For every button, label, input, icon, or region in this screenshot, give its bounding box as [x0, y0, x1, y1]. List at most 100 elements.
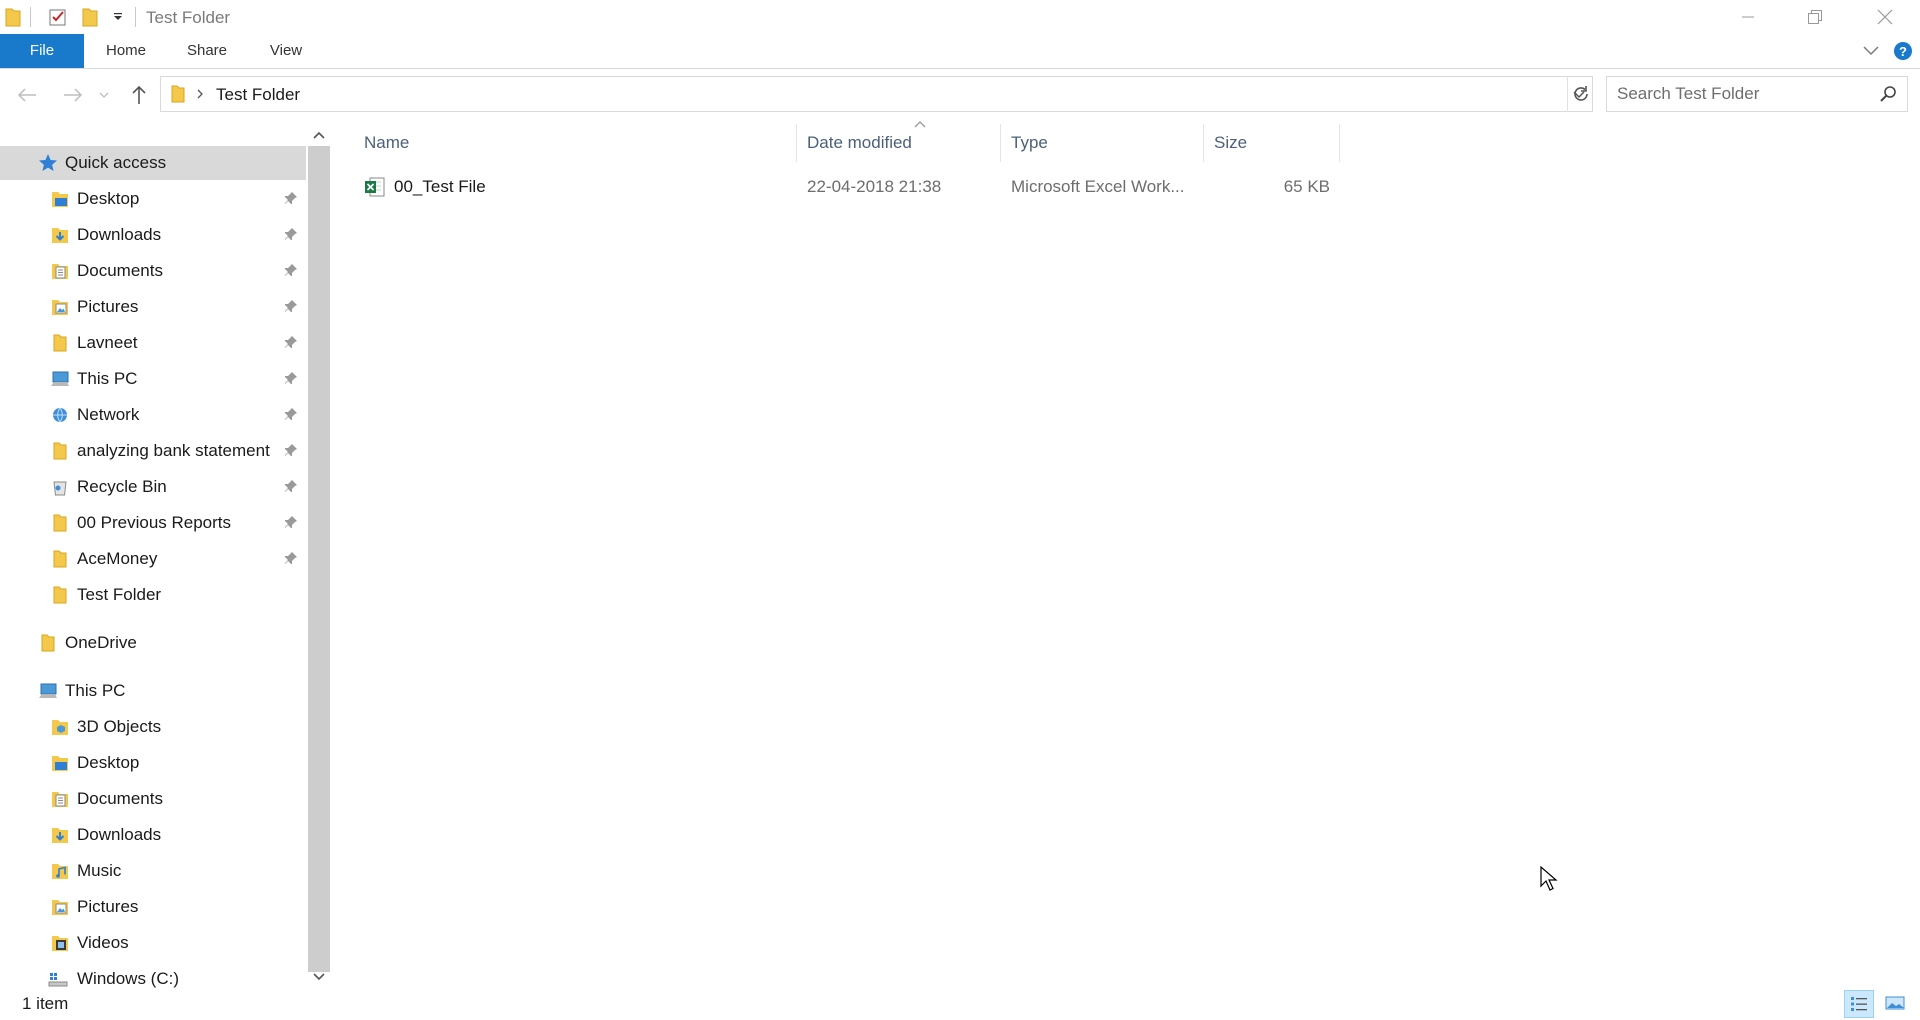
file-type: Microsoft Excel Work...	[1011, 177, 1185, 196]
nav-label: 3D Objects	[77, 717, 162, 736]
pin-icon[interactable]	[284, 227, 298, 241]
scroll-down-button[interactable]	[306, 966, 332, 988]
tab-file[interactable]: File	[0, 34, 84, 68]
nav-qa-test-folder[interactable]: Test Folder	[0, 578, 306, 612]
search-icon[interactable]	[1879, 85, 1897, 103]
close-button[interactable]	[1850, 0, 1920, 34]
pin-icon[interactable]	[284, 443, 298, 457]
nav-qa-documents[interactable]: Documents	[0, 254, 306, 288]
svg-text:?: ?	[1899, 44, 1907, 59]
tab-home[interactable]: Home	[96, 34, 156, 68]
tab-share[interactable]: Share	[176, 34, 238, 68]
up-arrow-icon	[132, 85, 146, 104]
mouse-cursor-icon	[1540, 866, 1558, 892]
nav-label: Windows (C:)	[77, 969, 180, 988]
window-title: Test Folder	[146, 8, 231, 27]
forward-button[interactable]	[60, 82, 86, 108]
restore-button[interactable]	[1780, 0, 1850, 34]
nav-qa-analyzing-bank-statement[interactable]: analyzing bank statement	[0, 434, 306, 468]
minimize-button[interactable]	[1713, 0, 1783, 34]
file-date-modified: 22-04-2018 21:38	[807, 177, 942, 196]
pictures-folder-icon	[50, 297, 70, 317]
column-header-name[interactable]: Name	[344, 124, 797, 162]
pin-icon[interactable]	[284, 191, 298, 205]
nav-label: Documents	[77, 789, 163, 808]
column-header-date-modified[interactable]: Date modified	[797, 124, 1001, 162]
nav-pc-3d-objects[interactable]: 3D Objects	[0, 710, 306, 744]
nav-pane-scrollbar[interactable]	[306, 124, 332, 988]
pin-icon[interactable]	[284, 479, 298, 493]
column-label: Date modified	[807, 133, 912, 152]
nav-pc-desktop[interactable]: Desktop	[0, 746, 306, 780]
toolbar-separator	[30, 7, 31, 27]
nav-qa-recycle-bin[interactable]: Recycle Bin	[0, 470, 306, 504]
documents-folder-icon	[50, 789, 70, 809]
breadcrumb-test-folder[interactable]: Test Folder	[216, 85, 300, 105]
breadcrumb-chevron-icon[interactable]	[195, 85, 205, 103]
pin-icon[interactable]	[284, 263, 298, 277]
tab-view[interactable]: View	[258, 34, 314, 68]
nav-qa-00-previous-reports[interactable]: 00 Previous Reports	[0, 506, 306, 540]
pin-icon[interactable]	[284, 515, 298, 529]
recycle-bin-icon	[50, 477, 70, 497]
pin-icon[interactable]	[284, 551, 298, 565]
nav-qa-desktop[interactable]: Desktop	[0, 182, 306, 216]
nav-quick-access[interactable]: Quick access	[0, 146, 306, 180]
toolbar-separator	[135, 7, 136, 27]
pin-icon[interactable]	[284, 371, 298, 385]
column-label: Size	[1214, 133, 1248, 152]
customize-toolbar-chevron-icon[interactable]	[107, 6, 129, 28]
search-input[interactable]	[1607, 77, 1877, 111]
nav-qa-this-pc[interactable]: This PC	[0, 362, 306, 396]
nav-qa-pictures[interactable]: Pictures	[0, 290, 306, 324]
file-row[interactable]: 00_Test File 22-04-2018 21:38 Microsoft …	[344, 168, 1340, 206]
music-folder-icon	[50, 861, 70, 881]
file-size: 65 KB	[1283, 177, 1330, 196]
new-folder-icon[interactable]	[79, 6, 101, 28]
nav-onedrive[interactable]: OneDrive	[0, 626, 306, 660]
nav-qa-downloads[interactable]: Downloads	[0, 218, 306, 252]
nav-qa-acemoney[interactable]: AceMoney	[0, 542, 306, 576]
pin-icon[interactable]	[284, 299, 298, 313]
nav-pc-music[interactable]: Music	[0, 854, 306, 888]
nav-pc-pictures[interactable]: Pictures	[0, 890, 306, 924]
help-button[interactable]: ?	[1886, 34, 1920, 68]
column-label: Type	[1011, 133, 1048, 152]
nav-label: This PC	[77, 369, 138, 388]
column-header-type[interactable]: Type	[1001, 124, 1204, 162]
help-icon: ?	[1894, 42, 1912, 60]
nav-qa-network[interactable]: Network	[0, 398, 306, 432]
nav-pc-documents[interactable]: Documents	[0, 782, 306, 816]
expand-ribbon-button[interactable]	[1856, 34, 1886, 68]
up-button[interactable]	[126, 82, 152, 108]
nav-this-pc[interactable]: This PC	[0, 674, 306, 708]
nav-pc-videos[interactable]: Videos	[0, 926, 306, 960]
nav-label: 00 Previous Reports	[77, 513, 232, 532]
nav-label: Videos	[77, 933, 129, 952]
scrollbar-thumb[interactable]	[308, 146, 330, 972]
network-icon	[50, 405, 70, 425]
column-header-size[interactable]: Size	[1204, 124, 1340, 162]
videos-folder-icon	[50, 933, 70, 953]
nav-qa-lavneet[interactable]: Lavneet	[0, 326, 306, 360]
item-count: 1 item	[22, 994, 69, 1013]
restore-icon	[1808, 10, 1822, 24]
refresh-button[interactable]	[1567, 76, 1593, 112]
large-icons-view-button[interactable]	[1880, 990, 1910, 1018]
3d-objects-folder-icon	[50, 717, 70, 737]
details-view-button[interactable]	[1844, 990, 1874, 1018]
computer-icon	[50, 369, 70, 389]
forward-arrow-icon	[64, 88, 83, 102]
nav-pc-windows-c[interactable]: Windows (C:)	[0, 962, 306, 988]
scroll-up-button[interactable]	[306, 124, 332, 146]
folder-icon	[50, 513, 70, 533]
pin-icon[interactable]	[284, 407, 298, 421]
recent-locations-button[interactable]	[96, 82, 112, 108]
properties-icon[interactable]	[47, 6, 69, 28]
address-bar[interactable]: Test Folder	[160, 76, 1593, 112]
drive-icon	[48, 969, 68, 989]
back-button[interactable]	[14, 82, 40, 108]
pin-icon[interactable]	[284, 335, 298, 349]
folder-icon	[50, 549, 70, 569]
nav-pc-downloads[interactable]: Downloads	[0, 818, 306, 852]
